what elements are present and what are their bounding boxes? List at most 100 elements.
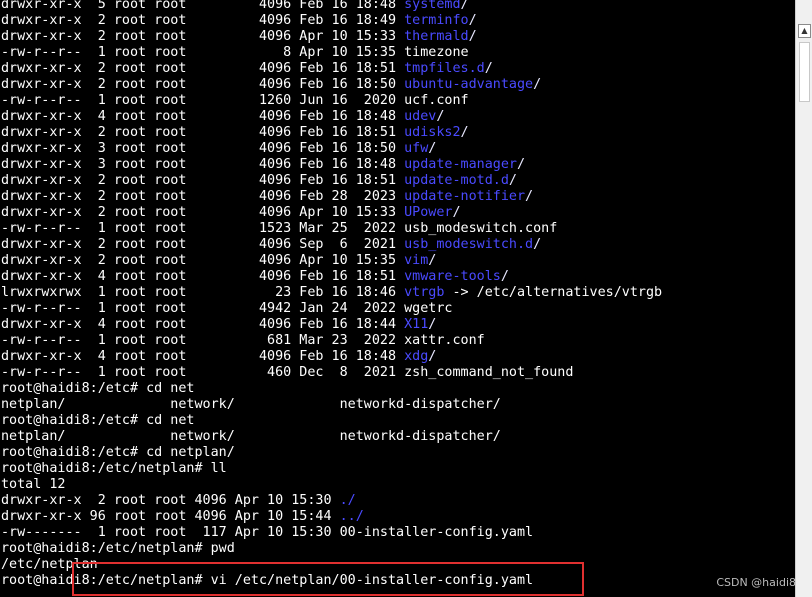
listing-meta: drwxr-xr-x 3 root root 4096 Feb 16 18:50 bbox=[1, 141, 405, 156]
listing-row: drwxr-xr-x 2 root root 4096 Apr 10 15:33… bbox=[1, 205, 461, 221]
terminal-output-line: root@haidi8:/etc# cd netplan/ bbox=[1, 445, 235, 460]
listing-row: drwxr-xr-x 4 root root 4096 Feb 16 18:48… bbox=[1, 109, 444, 125]
listing-meta: -rw-r--r-- 1 root root 681 Mar 23 2022 bbox=[1, 333, 405, 348]
terminal-output-line: root@haidi8:/etc# cd net bbox=[1, 381, 195, 396]
file-suffix: -> /etc/alternatives/vtrgb bbox=[444, 285, 663, 300]
file-suffix: / bbox=[460, 0, 469, 12]
listing-meta: -rw-r--r-- 1 root root 460 Dec 8 2021 bbox=[1, 365, 405, 380]
listing-row: -rw-r--r-- 1 root root 681 Mar 23 2022 x… bbox=[1, 333, 485, 349]
file-name: update-motd.d bbox=[404, 173, 509, 188]
file-suffix: / bbox=[452, 205, 461, 220]
listing-meta: drwxr-xr-x 2 root root 4096 Feb 16 18:51 bbox=[1, 173, 405, 188]
listing-row: -rw-r--r-- 1 root root 4942 Jan 24 2022 … bbox=[1, 301, 452, 317]
listing-row: drwxr-xr-x 3 root root 4096 Feb 16 18:50… bbox=[1, 141, 436, 157]
listing-row: -rw-r--r-- 1 root root 460 Dec 8 2021 zs… bbox=[1, 365, 573, 381]
file-name: ubuntu-advantage bbox=[404, 77, 534, 92]
listing-row: drwxr-xr-x 2 root root 4096 Apr 10 15:35… bbox=[1, 253, 436, 269]
listing-row: drwxr-xr-x 4 root root 4096 Feb 16 18:51… bbox=[1, 269, 509, 285]
file-suffix: / bbox=[436, 109, 445, 124]
file-name: thermald bbox=[404, 29, 469, 44]
file-suffix: / bbox=[428, 253, 437, 268]
listing-row: drwxr-xr-x 2 root root 4096 Feb 28 2023 … bbox=[1, 189, 533, 205]
listing-meta: drwxr-xr-x 2 root root 4096 Apr 10 15:33 bbox=[1, 205, 405, 220]
listing-meta: drwxr-xr-x 2 root root 4096 Feb 16 18:51 bbox=[1, 125, 405, 140]
listing-row: drwxr-xr-x 2 root root 4096 Feb 16 18:51… bbox=[1, 125, 469, 141]
listing-meta: drwxr-xr-x 2 root root 4096 Feb 28 2023 bbox=[1, 189, 405, 204]
listing-meta: lrwxrwxrwx 1 root root 23 Feb 16 18:46 bbox=[1, 285, 405, 300]
listing-row: drwxr-xr-x 2 root root 4096 Apr 10 15:30… bbox=[1, 493, 356, 509]
listing-meta: drwxr-xr-x 96 root root 4096 Apr 10 15:4… bbox=[1, 509, 340, 524]
file-name: update-notifier bbox=[404, 189, 526, 204]
terminal-output-line: netplan/ network/ networkd-dispatcher/ bbox=[1, 397, 501, 412]
terminal-output-line: root@haidi8:/etc/netplan# pwd bbox=[1, 541, 235, 556]
listing-row: drwxr-xr-x 4 root root 4096 Feb 16 18:48… bbox=[1, 349, 436, 365]
listing-row: drwxr-xr-x 2 root root 4096 Feb 16 18:50… bbox=[1, 77, 541, 93]
listing-meta: -rw-r--r-- 1 root root 1523 Mar 25 2022 bbox=[1, 221, 405, 236]
listing-row: drwxr-xr-x 2 root root 4096 Feb 16 18:51… bbox=[1, 61, 493, 77]
file-name: ./ bbox=[339, 493, 356, 508]
file-name: ufw bbox=[404, 141, 429, 156]
file-suffix: / bbox=[460, 125, 469, 140]
command-prompt-line: root@haidi8:/etc/netplan# vi /etc/netpla… bbox=[1, 573, 534, 588]
file-name: update-manager bbox=[404, 157, 517, 172]
file-name: usb_modeswitch.d bbox=[404, 237, 534, 252]
terminal-output-line: netplan/ network/ networkd-dispatcher/ bbox=[1, 429, 501, 444]
listing-meta: -rw-r--r-- 1 root root 8 Apr 10 15:35 bbox=[1, 45, 405, 60]
file-suffix: / bbox=[533, 77, 542, 92]
listing-row: -rw-r--r-- 1 root root 8 Apr 10 15:35 ti… bbox=[1, 45, 469, 61]
listing-row: drwxr-xr-x 2 root root 4096 Apr 10 15:33… bbox=[1, 29, 477, 45]
listing-row: drwxr-xr-x 2 root root 4096 Feb 16 18:51… bbox=[1, 173, 517, 189]
file-suffix: / bbox=[533, 237, 542, 252]
file-name: systemd bbox=[404, 0, 461, 12]
file-name: tmpfiles.d bbox=[404, 61, 485, 76]
vertical-scrollbar[interactable]: ▲ bbox=[795, 0, 812, 597]
file-suffix: / bbox=[428, 349, 437, 364]
listing-meta: -rw-r--r-- 1 root root 1260 Jun 16 2020 bbox=[1, 93, 405, 108]
file-name: X11 bbox=[404, 317, 429, 332]
terminal-output-line: total 12 bbox=[1, 477, 66, 492]
chevron-up-icon[interactable]: ▲ bbox=[798, 24, 811, 38]
listing-meta: drwxr-xr-x 2 root root 4096 Apr 10 15:35 bbox=[1, 253, 405, 268]
file-name: vim bbox=[404, 253, 429, 268]
file-name: ../ bbox=[339, 509, 364, 524]
file-suffix: / bbox=[428, 317, 437, 332]
listing-meta: drwxr-xr-x 2 root root 4096 Sep 6 2021 bbox=[1, 237, 405, 252]
listing-meta: drwxr-xr-x 4 root root 4096 Feb 16 18:51 bbox=[1, 269, 405, 284]
file-name: timezone bbox=[404, 45, 469, 60]
listing-meta: -rw------- 1 root root 117 Apr 10 15:30 bbox=[1, 525, 340, 540]
listing-row: -rw------- 1 root root 117 Apr 10 15:30 … bbox=[1, 525, 533, 541]
listing-meta: -rw-r--r-- 1 root root 4942 Jan 24 2022 bbox=[1, 301, 405, 316]
listing-meta: drwxr-xr-x 2 root root 4096 Feb 16 18:50 bbox=[1, 77, 405, 92]
file-suffix: / bbox=[468, 13, 477, 28]
file-name: zsh_command_not_found bbox=[404, 365, 574, 380]
watermark-text: CSDN @haidi8 bbox=[716, 576, 796, 589]
listing-meta: drwxr-xr-x 3 root root 4096 Feb 16 18:48 bbox=[1, 157, 405, 172]
file-suffix: / bbox=[484, 61, 493, 76]
file-name: terminfo bbox=[404, 13, 469, 28]
terminal-output-line: root@haidi8:/etc/netplan# ll bbox=[1, 461, 227, 476]
listing-meta: drwxr-xr-x 2 root root 4096 Apr 10 15:33 bbox=[1, 29, 405, 44]
file-name: udisks2 bbox=[404, 125, 461, 140]
file-name: wgetrc bbox=[404, 301, 453, 316]
listing-meta: drwxr-xr-x 4 root root 4096 Feb 16 18:48 bbox=[1, 349, 405, 364]
file-name: xdg bbox=[404, 349, 429, 364]
listing-row: -rw-r--r-- 1 root root 1260 Jun 16 2020 … bbox=[1, 93, 469, 109]
listing-meta: drwxr-xr-x 2 root root 4096 Apr 10 15:30 bbox=[1, 493, 340, 508]
file-suffix: / bbox=[428, 141, 437, 156]
file-name: 00-installer-config.yaml bbox=[339, 525, 534, 540]
listing-row: lrwxrwxrwx 1 root root 23 Feb 16 18:46 v… bbox=[1, 285, 662, 301]
listing-row: drwxr-xr-x 2 root root 4096 Feb 16 18:49… bbox=[1, 13, 477, 29]
file-name: ucf.conf bbox=[404, 93, 469, 108]
file-suffix: / bbox=[508, 173, 517, 188]
listing-meta: drwxr-xr-x 4 root root 4096 Feb 16 18:48 bbox=[1, 109, 405, 124]
terminal-window[interactable]: drwxr-xr-x 5 root root 4096 Feb 16 18:48… bbox=[0, 0, 795, 597]
file-name: vtrgb bbox=[404, 285, 445, 300]
file-name: vmware-tools bbox=[404, 269, 501, 284]
file-name: UPower bbox=[404, 205, 453, 220]
listing-row: drwxr-xr-x 3 root root 4096 Feb 16 18:48… bbox=[1, 157, 525, 173]
listing-meta: drwxr-xr-x 2 root root 4096 Feb 16 18:49 bbox=[1, 13, 405, 28]
scrollbar-thumb[interactable] bbox=[799, 42, 810, 102]
terminal-output-line: /etc/netplan bbox=[1, 557, 98, 572]
listing-row: drwxr-xr-x 2 root root 4096 Sep 6 2021 u… bbox=[1, 237, 541, 253]
terminal-output-line: root@haidi8:/etc# cd net bbox=[1, 413, 195, 428]
